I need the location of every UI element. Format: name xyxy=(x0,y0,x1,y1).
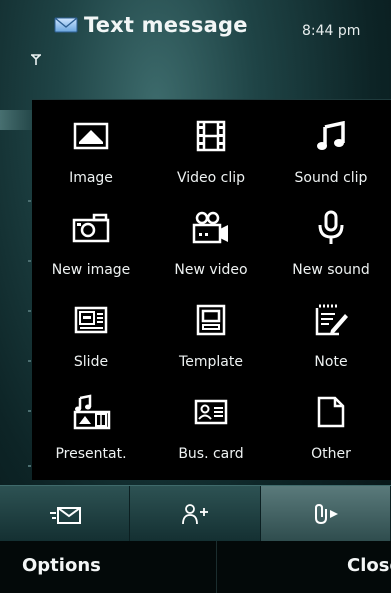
insert-slide-item[interactable]: Slide xyxy=(32,284,150,376)
page-title: Text message xyxy=(84,13,248,37)
item-label: Bus. card xyxy=(178,446,244,462)
insert-menu-panel: Image Video clip Sound clip New image Ne… xyxy=(32,99,391,480)
mail-icon xyxy=(54,17,78,33)
item-label: New sound xyxy=(292,262,370,278)
editor-tab-bar xyxy=(0,485,391,541)
close-softkey[interactable]: Close xyxy=(347,555,391,576)
business-card-icon xyxy=(194,399,228,425)
item-label: Video clip xyxy=(176,170,246,186)
insert-new-sound-item[interactable]: New sound xyxy=(272,192,390,284)
softkey-divider xyxy=(216,541,217,593)
note-icon xyxy=(315,304,348,336)
title-bar: Text message xyxy=(54,10,248,40)
scroll-indicator xyxy=(28,200,31,470)
tab-send[interactable] xyxy=(0,486,131,541)
item-label: Image xyxy=(69,170,113,186)
insert-other-item[interactable]: Other xyxy=(272,376,390,468)
music-note-icon xyxy=(317,121,345,150)
options-softkey[interactable]: Options xyxy=(22,555,101,576)
item-label: Presentat. xyxy=(55,446,127,462)
insert-business-card-item[interactable]: Bus. card xyxy=(152,376,270,468)
insert-note-item[interactable]: Note xyxy=(272,284,390,376)
camera-icon xyxy=(72,213,110,243)
insert-sound-clip-item[interactable]: Sound clip xyxy=(272,100,390,192)
item-label: Sound clip xyxy=(294,170,368,186)
presentation-icon xyxy=(73,394,111,430)
item-label: New video xyxy=(174,262,248,278)
insert-video-clip-item[interactable]: Video clip xyxy=(152,100,270,192)
item-label: Other xyxy=(311,446,351,462)
tab-attach[interactable] xyxy=(260,486,391,541)
signal-icon xyxy=(31,54,41,65)
insert-presentation-item[interactable]: Presentat. xyxy=(32,376,150,468)
video-camera-icon xyxy=(192,211,228,244)
add-recipient-icon xyxy=(182,503,208,524)
slide-icon xyxy=(74,306,108,334)
template-icon xyxy=(196,304,226,336)
film-icon xyxy=(196,120,226,152)
microphone-icon xyxy=(318,210,344,244)
item-label: Note xyxy=(314,354,348,370)
image-icon xyxy=(73,122,109,150)
insert-new-image-item[interactable]: New image xyxy=(32,192,150,284)
blank-document-icon xyxy=(317,396,345,428)
item-label: Template xyxy=(179,354,243,370)
insert-image-item[interactable]: Image xyxy=(32,100,150,192)
item-label: New image xyxy=(51,262,131,278)
insert-template-item[interactable]: Template xyxy=(152,284,270,376)
insert-menu-grid: Image Video clip Sound clip New image Ne… xyxy=(32,100,391,480)
softkey-bar: Options Close xyxy=(0,541,391,593)
clock: 8:44 pm xyxy=(302,23,361,39)
attach-icon xyxy=(315,503,339,524)
insert-new-video-item[interactable]: New video xyxy=(152,192,270,284)
send-message-icon xyxy=(49,506,81,524)
tab-add-recipient[interactable] xyxy=(130,486,261,541)
item-label: Slide xyxy=(73,354,109,370)
